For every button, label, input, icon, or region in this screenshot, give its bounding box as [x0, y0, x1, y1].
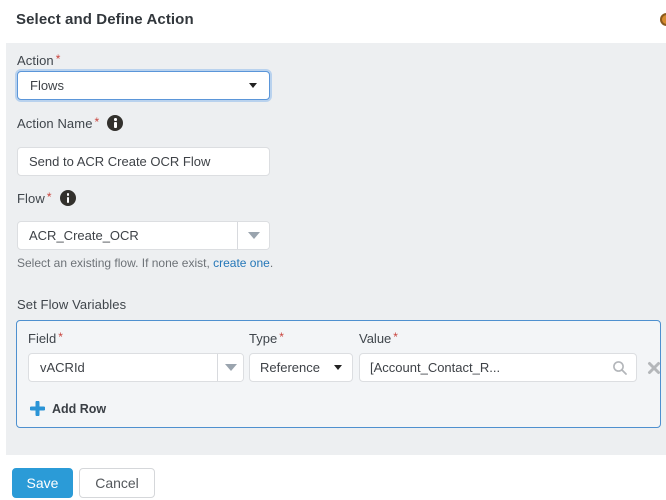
- flow-picker-button[interactable]: [237, 222, 269, 249]
- add-row-button[interactable]: Add Row: [30, 401, 106, 416]
- field-picker-button[interactable]: [217, 354, 243, 381]
- variable-field-combobox[interactable]: vACRId: [28, 353, 244, 382]
- column-header-value: Value*: [359, 330, 398, 346]
- flow-combobox[interactable]: ACR_Create_OCR: [17, 221, 270, 250]
- chevron-down-icon: [225, 364, 237, 371]
- variable-type-value: Reference: [260, 354, 320, 381]
- info-icon[interactable]: [60, 190, 76, 206]
- plus-icon: [30, 401, 45, 416]
- corner-badge-icon: [660, 13, 666, 26]
- add-row-label: Add Row: [52, 402, 106, 416]
- action-select-value: Flows: [30, 72, 64, 99]
- variable-value-text: [Account_Contact_R...: [370, 354, 612, 381]
- action-label: Action*: [17, 52, 60, 70]
- close-icon[interactable]: [647, 361, 661, 375]
- action-select[interactable]: Flows: [17, 71, 270, 100]
- cancel-button[interactable]: Cancel: [79, 468, 155, 498]
- variable-type-select[interactable]: Reference: [249, 353, 353, 382]
- create-one-link[interactable]: create one: [213, 256, 270, 270]
- flow-label-row: Flow*: [17, 190, 76, 206]
- chevron-down-icon: [334, 365, 342, 370]
- variable-value-input[interactable]: [Account_Contact_R...: [359, 353, 637, 382]
- page-title: Select and Define Action: [16, 11, 194, 28]
- action-name-input[interactable]: Send to ACR Create OCR Flow: [17, 147, 270, 176]
- flow-combobox-value[interactable]: ACR_Create_OCR: [18, 222, 237, 249]
- action-name-label-row: Action Name*: [17, 115, 123, 131]
- required-asterisk: *: [47, 190, 52, 204]
- flow-variables-section-label: Set Flow Variables: [17, 297, 126, 312]
- chevron-down-icon: [249, 83, 257, 88]
- required-asterisk: *: [56, 52, 61, 66]
- column-header-type: Type*: [249, 330, 284, 346]
- flow-label: Flow*: [17, 190, 52, 206]
- flow-variables-panel: Field* Type* Value* vACRId Reference [Ac…: [16, 320, 661, 428]
- required-asterisk: *: [95, 115, 100, 129]
- save-button[interactable]: Save: [12, 468, 73, 498]
- column-header-field: Field*: [28, 330, 63, 346]
- action-name-label: Action Name*: [17, 115, 99, 131]
- variable-field-value[interactable]: vACRId: [29, 354, 217, 381]
- chevron-down-icon: [248, 232, 260, 239]
- flow-helper-text: Select an existing flow. If none exist, …: [17, 256, 273, 270]
- info-icon[interactable]: [107, 115, 123, 131]
- search-icon[interactable]: [612, 360, 628, 376]
